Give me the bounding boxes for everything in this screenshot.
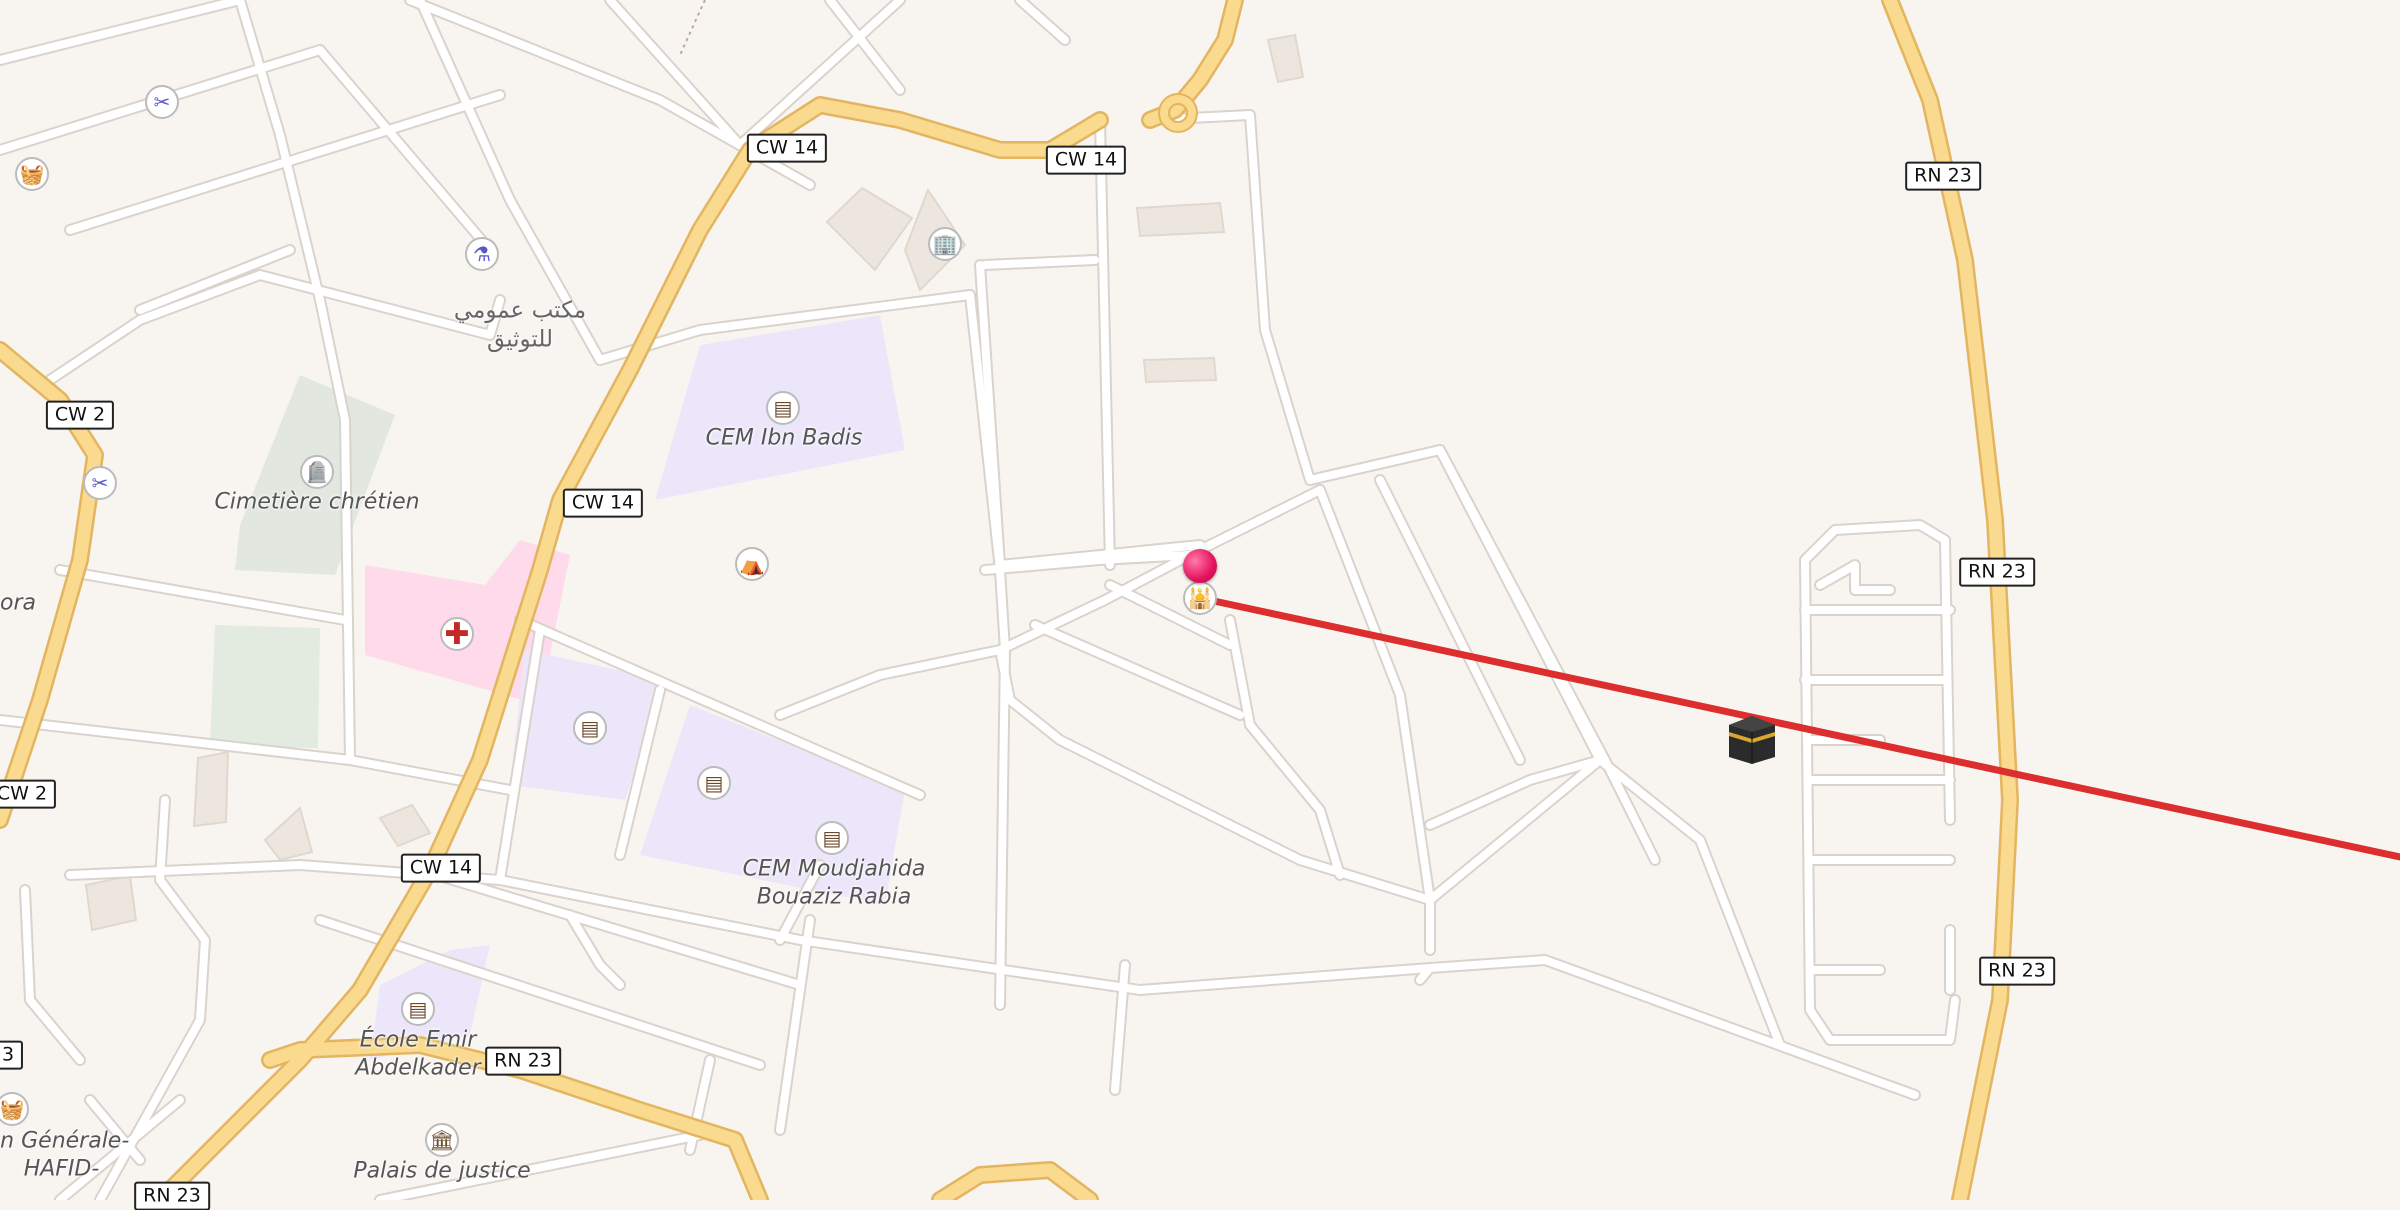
place-label-cem-moudjahida: CEM Moudjahida Bouaziz Rabia [742,856,926,910]
mosque-icon[interactable]: 🕌 [1183,581,1217,615]
townhall-icon[interactable]: 🏢 [928,227,962,261]
theatre-icon[interactable]: ⛺ [735,547,769,581]
location-pin-icon[interactable] [1183,549,1217,583]
place-label-partial: on Générale- HAFID- [0,1128,130,1182]
shopping-basket-icon[interactable]: 🧺 [15,157,49,191]
school-icon[interactable]: ▤ [815,821,849,855]
road-label: RN 23 [1979,956,2055,986]
courthouse-icon[interactable]: 🏛 [425,1123,459,1157]
school-icon[interactable]: ▤ [573,711,607,745]
place-label-cimetiere-chretien: Cimetière chrétien [214,489,420,515]
road-label: CW 2 [0,779,57,809]
railway-dashed [679,0,706,56]
road-label: 3 [0,1040,24,1070]
minor-roads [0,0,1959,1200]
pharmacy-icon[interactable]: ⚗ [465,237,499,271]
road-label: RN 23 [485,1046,561,1076]
road-label: RN 23 [1959,557,2035,587]
hospital-icon[interactable]: ✚ [440,617,474,652]
map-canvas[interactable]: CW 14 CW 14 CW 14 CW 14 CW 2 CW 2 RN 23 … [0,0,2400,1210]
school-icon[interactable]: ▤ [697,766,731,800]
school-icon[interactable]: ▤ [401,992,435,1026]
cemetery-icon[interactable]: 🪦 [300,455,334,489]
school-icon[interactable]: ▤ [766,391,800,425]
road-label: CW 14 [562,488,644,518]
grass-area [210,625,320,748]
road-label: CW 2 [45,400,115,430]
place-label-ecole-emir: École Emir Abdelkader [355,1027,481,1081]
road-label: CW 14 [746,133,828,163]
road-label: CW 14 [400,853,482,883]
road-label: CW 14 [1045,145,1127,175]
road-label: RN 23 [1905,161,1981,191]
place-label-cem-ibn-badis: CEM Ibn Badis [705,425,863,451]
scissors-icon[interactable]: ✂ [83,466,117,500]
place-label-notary-office: مكتب عمومي للتوثيق [453,297,587,352]
scissors-icon[interactable]: ✂ [145,85,179,119]
road-label: RN 23 [134,1181,210,1210]
place-label-palais-de-justice: Palais de justice [353,1158,531,1184]
place-label-partial: ora [0,590,36,616]
